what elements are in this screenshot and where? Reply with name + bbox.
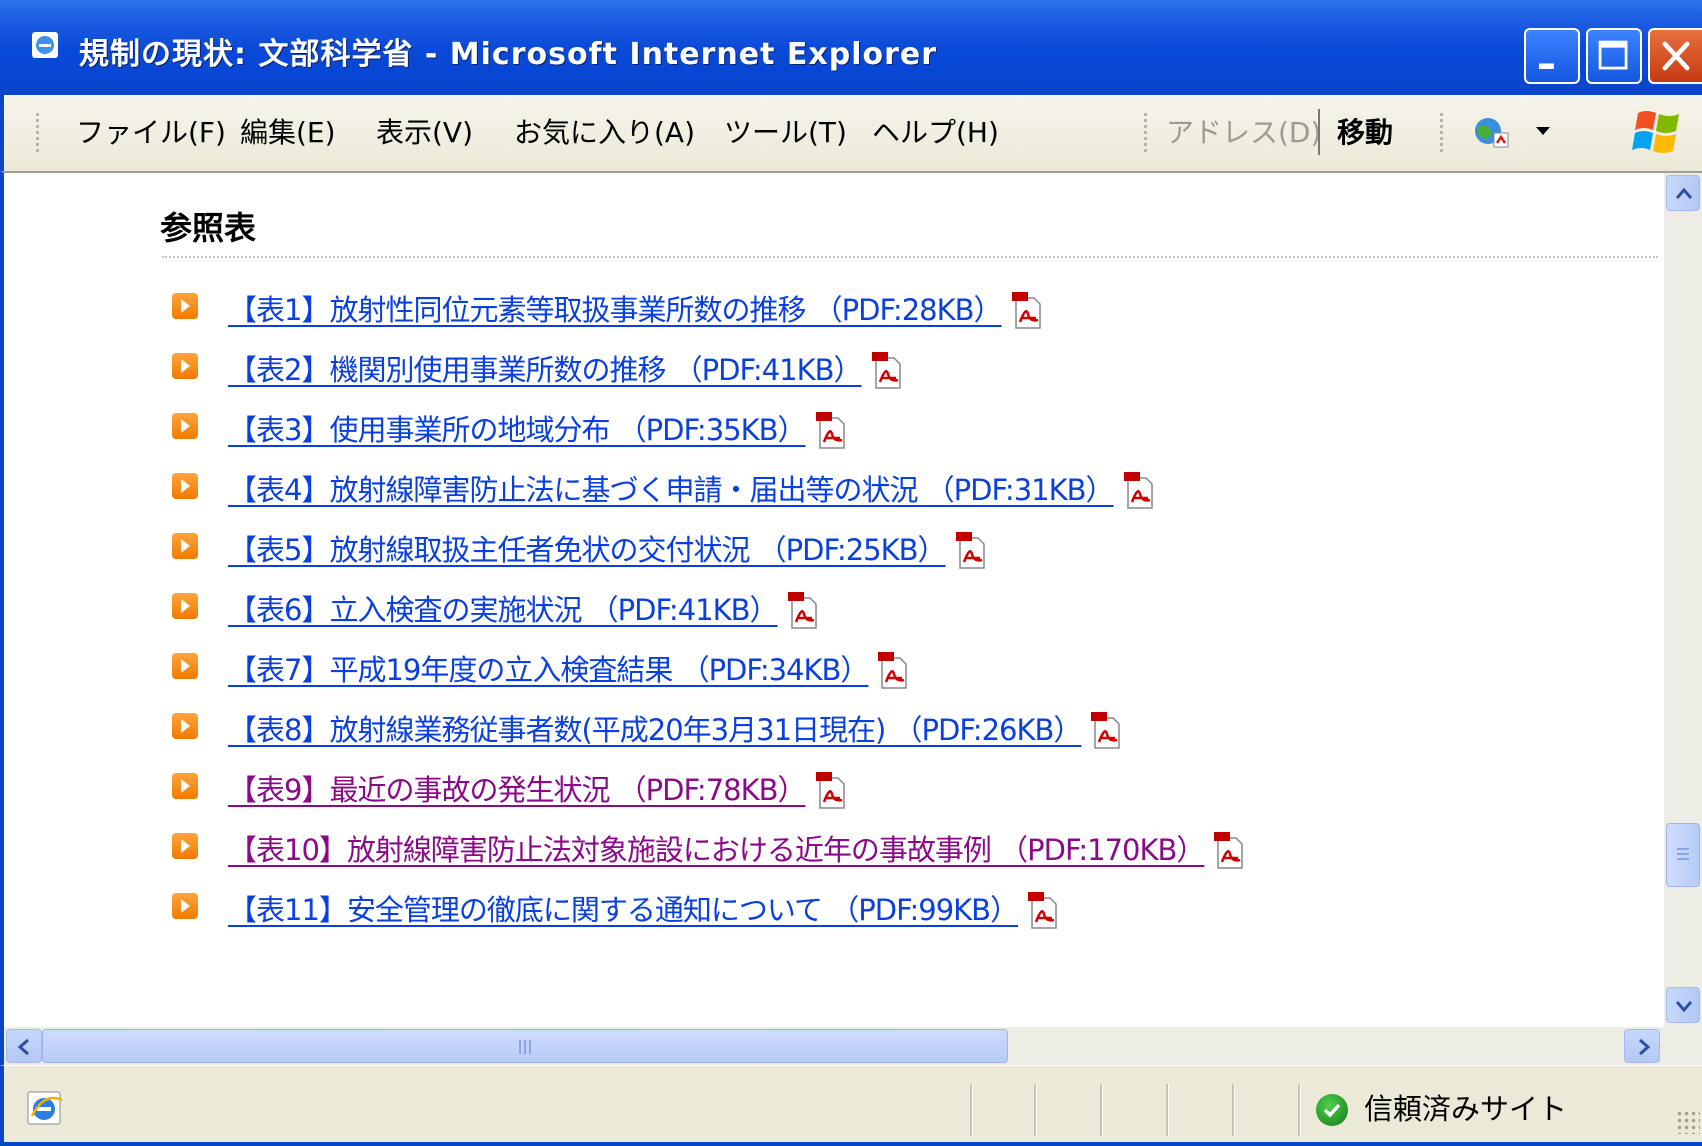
pdf-link-table-5[interactable]: 【表5】放射線取扱主任者免状の交付状況 （PDF:25KB）	[228, 527, 988, 572]
menu-help[interactable]: ヘルプ(H)	[872, 111, 999, 151]
pdf-link-table-4[interactable]: 【表4】放射線障害防止法に基づく申請・届出等の状況 （PDF:31KB）	[228, 467, 1156, 512]
scroll-down-button[interactable]	[1666, 987, 1700, 1023]
arrow-bullet-icon	[172, 893, 198, 919]
menu-edit[interactable]: 編集(E)	[240, 111, 336, 151]
pdf-link-table-8[interactable]: 【表8】放射線業務従事者数(平成20年3月31日現在) （PDF:26KB）	[228, 707, 1123, 752]
chevron-left-icon	[17, 1038, 29, 1056]
address-grip[interactable]	[1144, 113, 1147, 155]
pdf-icon	[878, 652, 908, 689]
vertical-scroll-thumb[interactable]	[1666, 823, 1700, 887]
status-separator	[1034, 1084, 1037, 1136]
pdf-link-table-11[interactable]: 【表11】安全管理の徹底に関する通知について （PDF:99KB）	[228, 887, 1060, 932]
links-grip[interactable]	[1440, 113, 1443, 155]
arrow-bullet-icon	[172, 293, 198, 319]
pdf-icon	[1028, 892, 1057, 929]
arrow-bullet-icon	[172, 653, 198, 679]
title-bar[interactable]: 規制の現状: 文部科学省 - Microsoft Internet Explor…	[0, 0, 1702, 95]
scroll-up-button[interactable]	[1666, 175, 1700, 211]
ie-icon	[27, 1091, 63, 1125]
pdf-icon	[955, 532, 985, 569]
pdf-link-table-7[interactable]: 【表7】平成19年度の立入検査結果 （PDF:34KB）	[228, 647, 910, 692]
vertical-scrollbar[interactable]	[1664, 173, 1702, 1027]
toolbar-grip[interactable]	[36, 113, 39, 155]
ie-page-icon	[32, 32, 58, 58]
pdf-link-table-3[interactable]: 【表3】使用事業所の地域分布 （PDF:35KB）	[228, 407, 848, 452]
resize-grip[interactable]	[1676, 1110, 1700, 1134]
arrow-bullet-icon	[172, 413, 198, 439]
scroll-left-button[interactable]	[6, 1029, 42, 1063]
scroll-right-button[interactable]	[1624, 1029, 1660, 1063]
horizontal-scrollbar[interactable]	[4, 1027, 1664, 1065]
maximize-icon	[1598, 40, 1628, 70]
minimize-icon	[1539, 63, 1554, 69]
maximize-button[interactable]	[1586, 28, 1642, 84]
arrow-bullet-icon	[172, 713, 198, 739]
close-icon	[1662, 41, 1690, 71]
status-separator	[970, 1084, 973, 1136]
pdf-icon	[1011, 292, 1041, 329]
menu-file[interactable]: ファイル(F)	[76, 111, 226, 151]
pdf-icon	[871, 352, 901, 389]
arrow-bullet-icon	[172, 473, 198, 499]
chevron-right-icon	[1639, 1038, 1651, 1056]
windows-logo-icon	[1632, 111, 1679, 153]
minimize-button[interactable]	[1524, 28, 1580, 84]
scrollbar-corner	[1664, 1027, 1702, 1065]
address-label[interactable]: アドレス(D)	[1166, 111, 1321, 151]
arrow-bullet-icon	[172, 593, 198, 619]
security-zone-label[interactable]: 信頼済みサイト	[1364, 1086, 1567, 1128]
page-content: 参照表 【表1】放射性同位元素等取扱事業所数の推移 （PDF:28KB） 【表2…	[4, 173, 1664, 1027]
chevron-down-icon	[1675, 1001, 1693, 1013]
status-separator	[1298, 1084, 1301, 1136]
window-title: 規制の現状: 文部科学省 - Microsoft Internet Explor…	[79, 37, 938, 72]
chevron-up-icon	[1675, 187, 1693, 199]
menu-favorites[interactable]: お気に入り(A)	[514, 111, 695, 151]
close-button[interactable]	[1648, 28, 1702, 84]
pdf-link-table-1[interactable]: 【表1】放射性同位元素等取扱事業所数の推移 （PDF:28KB）	[228, 287, 1044, 332]
menu-bar: ファイル(F) 編集(E) 表示(V) お気に入り(A) ツール(T) ヘルプ(…	[0, 95, 1702, 171]
section-heading: 参照表	[160, 209, 257, 247]
arrow-bullet-icon	[172, 353, 198, 379]
pdf-link-table-6[interactable]: 【表6】立入検査の実施状況 （PDF:41KB）	[228, 587, 820, 632]
trusted-zone-check-icon	[1316, 1094, 1348, 1126]
pdf-icon	[1091, 712, 1121, 749]
horizontal-scroll-thumb[interactable]	[42, 1029, 1008, 1063]
go-button[interactable]: 移動	[1337, 111, 1393, 151]
globe-icon[interactable]	[1472, 113, 1512, 153]
heading-divider	[162, 256, 1658, 258]
pdf-icon	[1123, 472, 1153, 509]
status-separator	[1232, 1084, 1235, 1136]
pdf-link-table-9[interactable]: 【表9】最近の事故の発生状況 （PDF:78KB）	[228, 767, 848, 812]
pdf-icon	[815, 412, 845, 449]
pdf-icon	[815, 772, 845, 809]
pdf-icon	[787, 592, 817, 629]
pdf-icon	[1214, 832, 1244, 869]
arrow-bullet-icon	[172, 533, 198, 559]
chevron-down-icon[interactable]	[1536, 127, 1550, 135]
status-bar: 信頼済みサイト	[0, 1065, 1702, 1146]
status-separator	[1166, 1084, 1169, 1136]
status-separator	[1100, 1084, 1103, 1136]
window-bottom-border	[0, 1142, 1702, 1146]
arrow-bullet-icon	[172, 833, 198, 859]
address-separator	[1318, 109, 1320, 155]
menu-tools[interactable]: ツール(T)	[724, 111, 847, 151]
menu-view[interactable]: 表示(V)	[376, 111, 473, 151]
pdf-link-table-10[interactable]: 【表10】放射線障害防止法対象施設における近年の事故事例 （PDF:170KB）	[228, 827, 1246, 872]
pdf-link-table-2[interactable]: 【表2】機関別使用事業所数の推移 （PDF:41KB）	[228, 347, 904, 392]
arrow-bullet-icon	[172, 773, 198, 799]
